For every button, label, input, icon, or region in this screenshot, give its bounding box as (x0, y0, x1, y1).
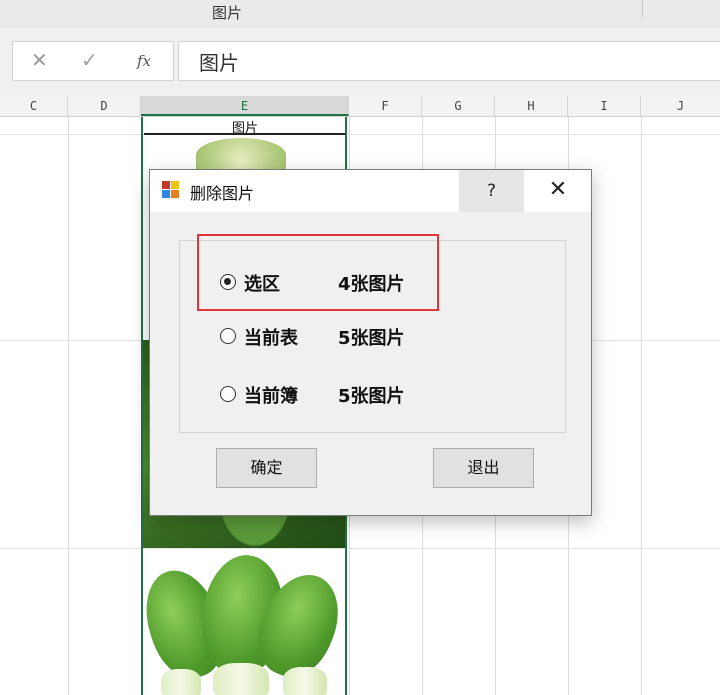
column-header-f[interactable]: F (349, 96, 422, 116)
column-header-i[interactable]: I (568, 96, 641, 116)
check-icon[interactable]: ✓ (81, 48, 98, 72)
ribbon-label: 图片 (211, 4, 242, 22)
column-header-c[interactable]: C (0, 96, 68, 116)
option-count: 5张图片 (338, 386, 405, 407)
option-count: 4张图片 (338, 274, 405, 295)
exit-button[interactable]: 退出 (433, 448, 534, 488)
column-header-j[interactable]: J (641, 96, 720, 116)
ok-button[interactable]: 确定 (216, 448, 317, 488)
radio-current-workbook[interactable] (220, 386, 236, 402)
column-header-g[interactable]: G (422, 96, 495, 116)
ribbon-strip: 图片 (0, 0, 720, 29)
dialog-title: 删除图片 (190, 184, 255, 203)
grid-line (641, 117, 642, 695)
option-count: 5张图片 (338, 328, 405, 349)
option-label: 当前表 (244, 328, 298, 349)
radio-current-sheet[interactable] (220, 328, 236, 344)
option-selection[interactable]: 选区 4张图片 (220, 270, 450, 296)
option-current-sheet[interactable]: 当前表 5张图片 (220, 324, 450, 350)
grid-line (68, 117, 69, 695)
dialog-titlebar[interactable]: 删除图片 ? ✕ (150, 170, 591, 212)
column-header-h[interactable]: H (495, 96, 568, 116)
option-current-workbook[interactable]: 当前簿 5张图片 (220, 382, 450, 408)
option-label: 当前簿 (244, 386, 298, 407)
column-header-d[interactable]: D (68, 96, 141, 116)
cancel-icon[interactable]: ✕ (31, 48, 48, 72)
grid-line (0, 134, 720, 135)
option-label: 选区 (244, 274, 280, 295)
fx-icon[interactable]: fx (137, 52, 151, 70)
ribbon-divider (642, 0, 643, 18)
help-button[interactable]: ? (459, 170, 524, 212)
app-icon (162, 181, 180, 199)
radio-selection[interactable] (220, 274, 236, 290)
formula-bar: ✕ ✓ fx 图片 (0, 28, 720, 96)
grid-line (0, 548, 720, 549)
formula-content: 图片 (199, 51, 239, 75)
formula-input[interactable]: 图片 (178, 41, 720, 81)
column-headers: C D E F G H I J (0, 96, 720, 117)
delete-pictures-dialog: 删除图片 ? ✕ 选区 4张图片 当前表 5张图片 当前簿 5张图片 确定 退出 (149, 169, 592, 516)
formula-controls: ✕ ✓ fx (12, 41, 174, 81)
column-header-e[interactable]: E (141, 96, 349, 116)
close-icon[interactable]: ✕ (525, 170, 591, 212)
